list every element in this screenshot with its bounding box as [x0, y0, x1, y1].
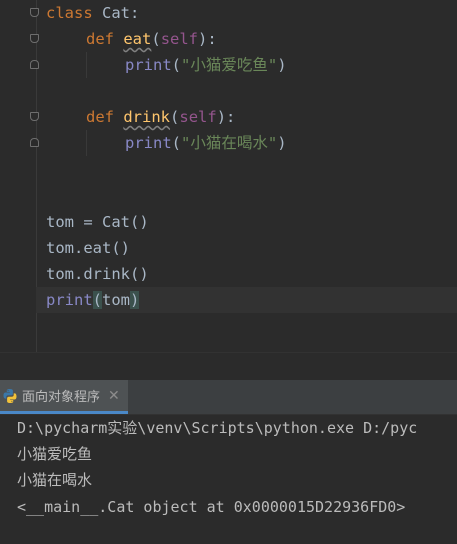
code-line: def drink(self): — [86, 104, 235, 130]
paren: ( — [170, 108, 180, 126]
function-name: eat — [123, 30, 152, 48]
builtin-call: print — [125, 56, 172, 74]
console-line: 小猫爱吃鱼 — [17, 445, 93, 463]
code-editor[interactable]: class Cat: def eat(self): print("小猫爱吃鱼")… — [0, 0, 457, 352]
run-tool-window-tabbar: 面向对象程序 ✕ — [0, 380, 457, 415]
builtin-call: print — [125, 134, 172, 152]
console-line: 小猫在喝水 — [17, 471, 93, 489]
run-tab-label: 面向对象程序 — [22, 390, 101, 405]
self-param: self — [179, 108, 217, 126]
close-icon[interactable]: ✕ — [108, 388, 120, 404]
paren: ): — [198, 30, 217, 48]
code-line: tom.drink() — [46, 265, 149, 283]
fold-end-icon[interactable] — [30, 60, 39, 69]
self-param: self — [160, 30, 199, 48]
paren: ): — [216, 108, 236, 126]
code-line: print("小猫在喝水") — [125, 130, 287, 156]
fold-toggle-icon[interactable] — [30, 34, 39, 43]
keyword: def — [86, 108, 114, 126]
code-line: class Cat: — [46, 0, 139, 26]
fold-end-icon[interactable] — [30, 138, 39, 147]
string-literal: "小猫在喝水" — [181, 134, 278, 152]
console-line: D:\pycharm实验\venv\Scripts\python.exe D:/… — [17, 419, 418, 437]
code-line: print("小猫爱吃鱼") — [125, 52, 287, 78]
function-name: drink — [123, 108, 171, 126]
code-line: tom = Cat() — [46, 213, 149, 231]
code-line: tom.eat() — [46, 239, 130, 257]
argument: tom — [102, 291, 131, 309]
python-icon — [3, 388, 17, 403]
code-line: print(tom) — [46, 287, 140, 313]
console-line: <__main__.Cat object at 0x0000015D22936F… — [17, 498, 406, 516]
string-literal: "小猫爱吃鱼" — [181, 56, 278, 74]
paren: ( — [151, 30, 161, 48]
fold-toggle-icon[interactable] — [30, 112, 39, 121]
panel-divider[interactable] — [0, 352, 457, 381]
keyword: class — [46, 4, 93, 22]
run-console[interactable]: D:\pycharm实验\venv\Scripts\python.exe D:/… — [0, 415, 457, 544]
keyword: def — [86, 30, 114, 48]
matched-brace: ) — [130, 291, 140, 309]
class-name: Cat: — [92, 4, 140, 22]
indent-guide — [86, 130, 87, 156]
code-line: def eat(self): — [86, 26, 217, 52]
paren: ) — [277, 134, 287, 152]
paren: ) — [277, 56, 287, 74]
indent-guide — [86, 52, 87, 78]
fold-toggle-icon[interactable] — [30, 8, 39, 17]
builtin-call: print — [46, 291, 93, 309]
run-tab[interactable]: 面向对象程序 ✕ — [0, 380, 128, 414]
paren: ( — [171, 134, 182, 152]
matched-brace: ( — [92, 291, 103, 309]
paren: ( — [171, 56, 182, 74]
